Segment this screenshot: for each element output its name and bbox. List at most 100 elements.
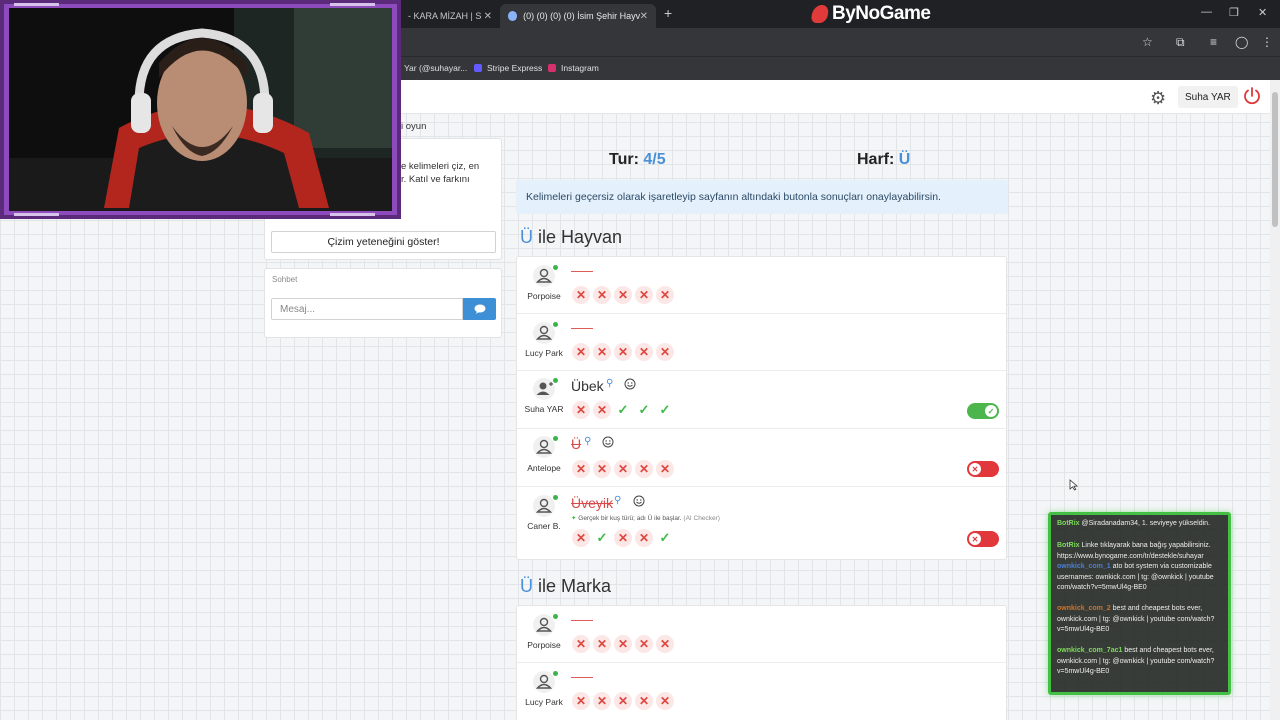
bookmark-stripe[interactable]: Stripe Express bbox=[474, 63, 542, 73]
validity-toggle[interactable]: ✓ bbox=[967, 403, 999, 419]
reject-vote-icon: ✕ bbox=[593, 401, 611, 419]
gear-icon[interactable]: ⚙ bbox=[1150, 88, 1166, 109]
chat-text: Linke tıklayarak bana bağış yapabilirsin… bbox=[1057, 542, 1211, 560]
browser-tab-isim-sehir[interactable]: (0) (0) (0) (0) İsim Şehir Hayvan ✕ bbox=[500, 4, 656, 28]
browser-tab-kara-mizah[interactable]: - KARA MİZAH | S ✕ bbox=[400, 4, 500, 28]
search-icon[interactable]: ⚲ bbox=[606, 378, 613, 389]
emoji-icon[interactable] bbox=[602, 436, 614, 448]
message-input[interactable] bbox=[271, 298, 463, 320]
new-tab-button[interactable]: + bbox=[664, 5, 672, 21]
scrollbar-thumb[interactable] bbox=[1272, 92, 1278, 227]
emoji-icon[interactable] bbox=[624, 378, 636, 390]
chat-message: ownkick_com_7ac1 best and cheapest bots … bbox=[1057, 646, 1228, 678]
user-menu[interactable]: Suha YAR bbox=[1178, 86, 1238, 108]
close-icon[interactable]: ✕ bbox=[484, 11, 492, 22]
extensions-icon[interactable]: ⧉ bbox=[1176, 35, 1185, 50]
avatar bbox=[533, 265, 555, 287]
vote-list: ✕ ✕ ✕ ✕ ✕ bbox=[572, 343, 674, 361]
answer-text: Ü bbox=[571, 436, 582, 452]
reject-vote-icon: ✕ bbox=[656, 635, 674, 653]
chat-username: ownkick_com_7ac1 bbox=[1057, 647, 1123, 654]
reject-vote-icon: ✕ bbox=[614, 635, 632, 653]
round-indicator: Tur: 4/5 bbox=[609, 151, 666, 169]
approve-vote-icon: ✓ bbox=[638, 402, 650, 417]
reject-vote-icon: ✕ bbox=[656, 343, 674, 361]
chat-message: BotRix Linke tıklayarak bana bağış yapab… bbox=[1057, 541, 1228, 562]
logo-mark-icon bbox=[810, 5, 830, 23]
sparkle-icon: ✦ bbox=[571, 515, 577, 522]
player-name: Antelope bbox=[527, 463, 561, 473]
frame-decoration bbox=[330, 3, 375, 6]
validity-toggle[interactable]: ✕ bbox=[967, 461, 999, 477]
answer-text: Üveyik bbox=[571, 495, 614, 511]
emoji-icon[interactable] bbox=[633, 495, 645, 507]
bynogame-logo: ByNoGame bbox=[810, 2, 931, 26]
online-indicator bbox=[553, 265, 558, 270]
section-label: ile Hayvan bbox=[538, 227, 623, 247]
online-indicator bbox=[553, 614, 558, 619]
maximize-icon[interactable]: ❐ bbox=[1229, 6, 1239, 19]
frame-decoration bbox=[14, 3, 59, 6]
tab-label: - KARA MİZAH | S bbox=[408, 11, 482, 21]
info-banner: Kelimeleri geçersiz olarak işaretleyip s… bbox=[516, 180, 1008, 214]
webcam-video bbox=[9, 8, 392, 211]
media-icon[interactable]: ≡ bbox=[1210, 35, 1217, 49]
chat-bubble-icon bbox=[474, 304, 485, 314]
bookmark-instagram[interactable]: Instagram bbox=[548, 63, 599, 73]
empty-answer bbox=[571, 677, 593, 678]
reject-vote-icon: ✕ bbox=[635, 692, 653, 710]
close-icon[interactable]: ✕ bbox=[640, 11, 648, 22]
avatar bbox=[533, 671, 555, 693]
reject-vote-icon: ✕ bbox=[593, 635, 611, 653]
reject-vote-icon: ✕ bbox=[656, 692, 674, 710]
chat-message: ownkick_com_2 best and cheapest bots eve… bbox=[1057, 604, 1228, 636]
user-icon bbox=[535, 617, 553, 632]
bookmark-suhayar[interactable]: Yar (@suhayar... bbox=[404, 63, 467, 73]
send-button[interactable] bbox=[463, 298, 496, 320]
avatar bbox=[533, 614, 555, 636]
mouse-cursor-icon bbox=[1069, 479, 1078, 491]
draw-skill-button[interactable]: Çizim yeteneğini göster! bbox=[271, 231, 496, 253]
star-icon[interactable]: ☆ bbox=[1142, 35, 1153, 49]
online-indicator bbox=[553, 495, 558, 500]
vote-list: ✕ ✕ ✕ ✕ ✕ bbox=[572, 635, 674, 653]
search-icon[interactable]: ⚲ bbox=[584, 436, 591, 447]
online-indicator bbox=[553, 671, 558, 676]
description-text: e kelimeleri çiz, en bbox=[401, 161, 480, 172]
player-name: Lucy Park bbox=[525, 697, 563, 707]
letter-label: Harf: bbox=[857, 151, 895, 168]
chat-username: ownkick_com_2 bbox=[1057, 605, 1111, 612]
reject-vote-icon: ✕ bbox=[656, 460, 674, 478]
online-indicator bbox=[553, 322, 558, 327]
search-icon[interactable]: ⚲ bbox=[614, 495, 621, 506]
reject-vote-icon: ✕ bbox=[614, 286, 632, 304]
close-window-icon[interactable]: ✕ bbox=[1258, 6, 1267, 19]
approve-vote-icon: ✓ bbox=[659, 402, 671, 417]
minimize-icon[interactable]: — bbox=[1201, 6, 1212, 18]
reject-vote-icon: ✕ bbox=[572, 460, 590, 478]
approve-vote-icon: ✓ bbox=[659, 530, 671, 545]
logo-text: ByNoGame bbox=[832, 3, 931, 24]
reject-vote-icon: ✕ bbox=[614, 529, 632, 547]
reject-vote-icon: ✕ bbox=[572, 529, 590, 547]
description-text: r. Katıl ve farkını bbox=[401, 174, 470, 185]
profile-icon[interactable]: ◯ bbox=[1235, 35, 1248, 49]
close-icon: ✕ bbox=[969, 463, 981, 475]
reject-vote-icon: ✕ bbox=[635, 286, 653, 304]
vote-list: ✕ ✕ ✕ ✕ ✕ bbox=[572, 460, 674, 478]
power-icon[interactable] bbox=[1243, 86, 1261, 106]
instagram-icon bbox=[548, 64, 556, 72]
chat-message: ownkick_com_1 ato bot system via customi… bbox=[1057, 562, 1228, 594]
validity-toggle[interactable]: ✕ bbox=[967, 531, 999, 547]
description-text: i oyun bbox=[401, 121, 427, 132]
round-value: 4/5 bbox=[643, 151, 666, 168]
reject-vote-icon: ✕ bbox=[572, 286, 590, 304]
webcam-image bbox=[9, 8, 392, 211]
reject-vote-icon: ✕ bbox=[614, 692, 632, 710]
letter-value: Ü bbox=[898, 151, 911, 168]
player-name: Caner B. bbox=[527, 521, 561, 531]
player-name: Suha YAR bbox=[524, 404, 564, 414]
menu-icon[interactable]: ⋮ bbox=[1261, 35, 1273, 49]
stripe-icon bbox=[474, 64, 482, 72]
avatar bbox=[533, 378, 555, 400]
